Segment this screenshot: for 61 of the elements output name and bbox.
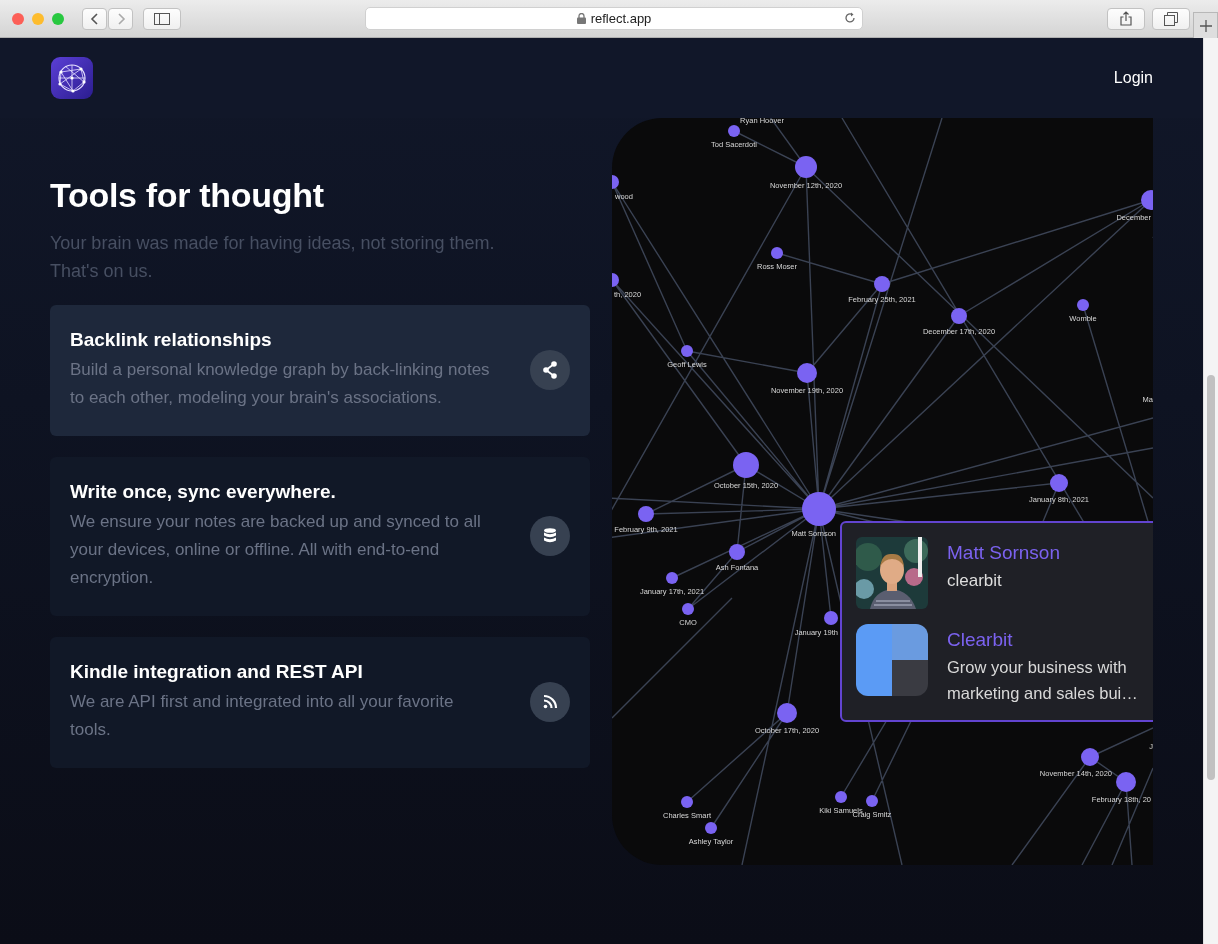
feature-card[interactable]: Backlink relationships Build a personal knowledge graph by back-linking notes to each other, modeling your brain's associations. xyxy=(50,305,590,436)
plus-icon xyxy=(1199,19,1212,32)
graph-node[interactable] xyxy=(802,492,836,526)
graph-node[interactable] xyxy=(681,796,693,808)
share-icon xyxy=(530,349,570,390)
address-field[interactable]: reflect.app xyxy=(365,7,863,30)
hero-subtitle: Your brain was made for having ideas, not storing them. That's on us. xyxy=(50,232,496,283)
graph-node[interactable] xyxy=(777,703,797,723)
company-logo xyxy=(856,624,928,696)
feature-title: Kindle integration and REST API xyxy=(70,660,364,684)
graph-node[interactable] xyxy=(638,506,654,522)
feature-title: Write once, sync everywhere. xyxy=(70,480,337,504)
graph-node[interactable] xyxy=(824,611,838,625)
graph-node[interactable] xyxy=(1050,474,1068,492)
person-company: clearbit xyxy=(947,570,1002,592)
database-icon xyxy=(530,515,570,556)
graph-node[interactable] xyxy=(733,452,759,478)
share-icon xyxy=(1120,11,1132,26)
graph-node[interactable] xyxy=(1116,772,1136,792)
scrollbar[interactable] xyxy=(1203,38,1218,944)
graph-node[interactable] xyxy=(874,276,890,292)
lock-icon xyxy=(576,13,586,24)
share-button[interactable] xyxy=(1107,7,1145,30)
graph-node[interactable] xyxy=(612,273,619,287)
graph-node[interactable] xyxy=(666,572,678,584)
graph-node[interactable] xyxy=(728,125,740,137)
tabs-button[interactable] xyxy=(1152,7,1190,30)
graph-node[interactable] xyxy=(612,175,619,189)
graph-node[interactable] xyxy=(866,795,878,807)
new-tab-button[interactable] xyxy=(1193,12,1218,38)
feature-title: Backlink relationships xyxy=(70,328,273,352)
company-name[interactable]: Clearbit xyxy=(947,628,1013,652)
graph-node[interactable] xyxy=(1077,299,1089,311)
back-button[interactable] xyxy=(82,7,107,30)
graph-node[interactable] xyxy=(1141,190,1153,210)
sidebar-icon xyxy=(154,12,170,25)
graph-node[interactable] xyxy=(681,345,693,357)
rss-icon xyxy=(530,681,570,722)
feature-card[interactable]: Write once, sync everywhere. We ensure your notes are backed up and synced to all your devices, online or offline. All with end-to-end encryption. xyxy=(50,457,590,616)
graph-node[interactable] xyxy=(797,363,817,383)
graph-node[interactable] xyxy=(682,603,694,615)
company-description: Grow your business with marketing and sales bui… xyxy=(947,657,1139,704)
graph-node[interactable] xyxy=(705,822,717,834)
reload-icon[interactable] xyxy=(844,12,856,24)
graph-node[interactable] xyxy=(795,156,817,178)
graph-node[interactable] xyxy=(771,247,783,259)
sidebar-button[interactable] xyxy=(143,7,181,30)
tabs-icon xyxy=(1164,11,1178,26)
feature-description: Build a personal knowledge graph by back-linking notes to each other, modeling your brain's associations. xyxy=(70,359,490,409)
graph-node[interactable] xyxy=(835,791,847,803)
app-logo[interactable] xyxy=(51,57,93,99)
person-name[interactable]: Matt Sornson xyxy=(947,541,1060,565)
feature-card[interactable]: Kindle integration and REST API We are API first and integrated into all your favorite tools. xyxy=(50,637,590,768)
graph-node[interactable] xyxy=(1081,748,1099,766)
feature-description: We ensure your notes are backed up and synced to all your devices, online or offline. All with end-to-end encryption. xyxy=(70,511,482,589)
graph-node[interactable] xyxy=(729,544,745,560)
login-link[interactable]: Login xyxy=(1113,69,1153,87)
graph-node[interactable] xyxy=(951,308,967,324)
feature-description: We are API first and integrated into all your favorite tools. xyxy=(70,691,455,741)
scrollbar-thumb[interactable] xyxy=(1207,375,1215,780)
hero-title: Tools for thought xyxy=(50,175,325,216)
